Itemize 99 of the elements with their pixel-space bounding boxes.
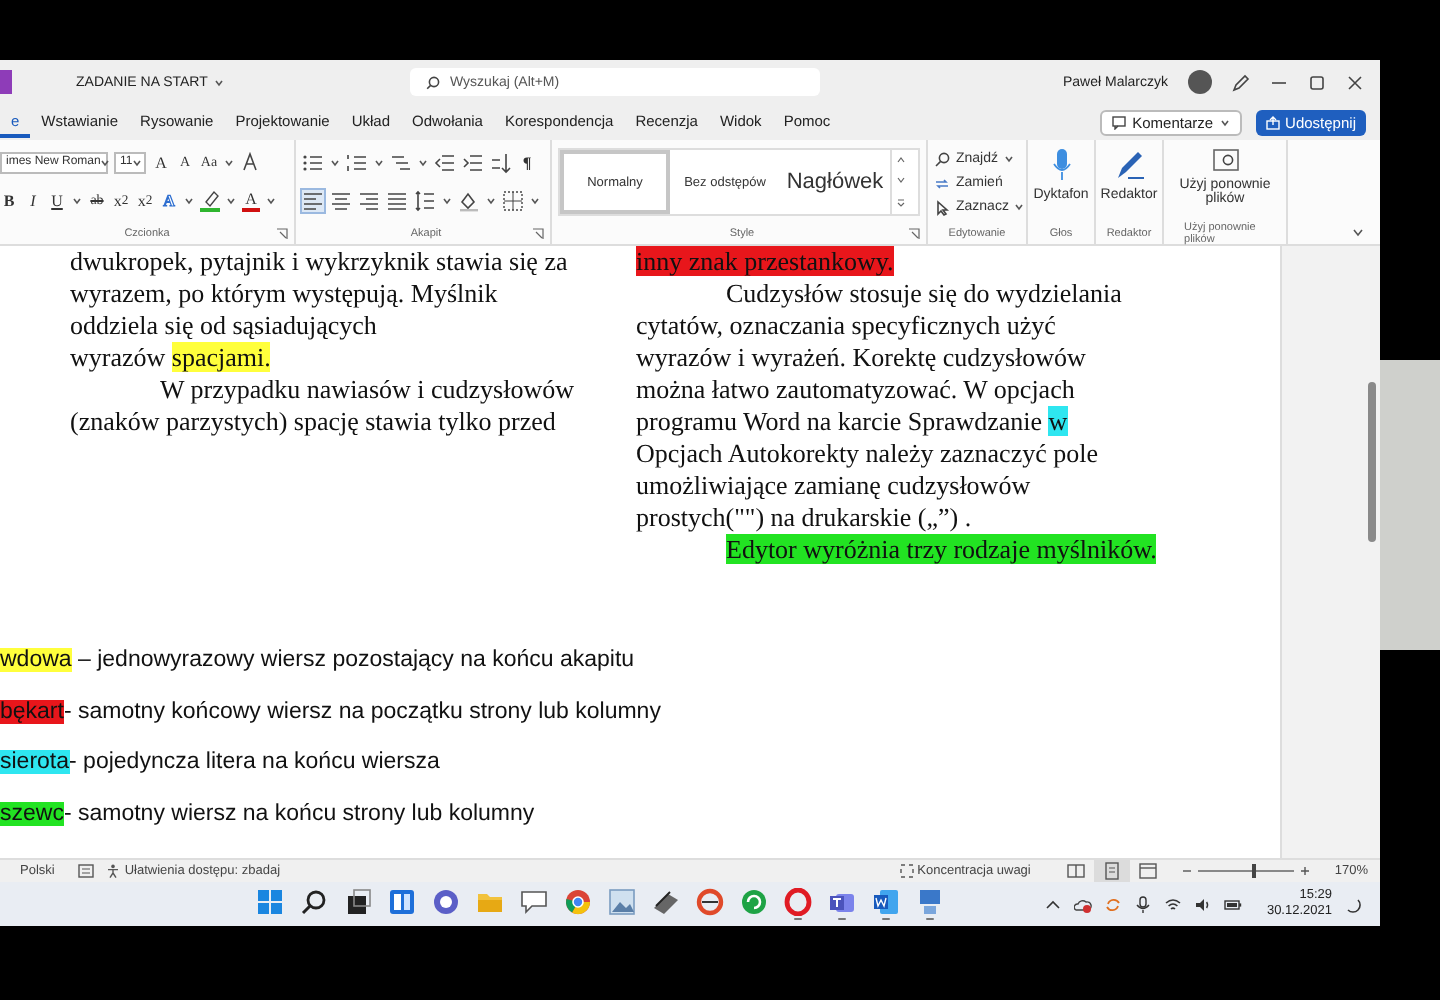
align-justify-icon[interactable] (386, 189, 408, 211)
align-left-icon[interactable] (302, 189, 324, 211)
widgets-icon[interactable] (388, 887, 416, 916)
scroll-down-icon[interactable] (896, 176, 906, 185)
cloud-icon[interactable] (1074, 895, 1093, 913)
caret-icon[interactable] (1014, 202, 1025, 212)
increase-indent-icon[interactable] (462, 151, 484, 173)
clear-formatting-icon[interactable] (240, 152, 260, 172)
definition-line: sierota- pojedyncza litera na końcu wiersza (0, 748, 442, 778)
caret-icon[interactable] (266, 195, 276, 205)
paragraph: Cudzysłów stosuje się do wydzielania cytatów, oznaczania specyficznych użyć wyrazów i wyrażeń. Korektę cudzysłowów można łatwo zautomatyzować. W opcjach programu Word na karcie Sprawdzanie w Opcjach Autokorekty należy zaznaczyć pole umożliwiające zamianę cudzysłowów prostych("") na drukarskie („”) . (636, 278, 1124, 534)
paragraph: dwukropek, pytajnik i wykrzyknik stawia się za wyrazem, po którym występują. Myślnik oddziela się od sąsiadujących wyrazów spacjami. (70, 246, 570, 374)
app-logo-icon (0, 70, 12, 94)
definition-line: bękart- samotny końcowy wiersz na początku strony lub kolumny (0, 697, 663, 727)
grow-font-button[interactable]: A (152, 149, 170, 175)
caret-icon[interactable] (442, 195, 452, 205)
italic-button[interactable]: I (24, 187, 42, 213)
paragraph: W przypadku nawiasów i cudzysłowów (znaków parzystych) spację stawia tylko przed (70, 374, 576, 438)
font-color-button[interactable]: A (242, 188, 260, 212)
picture-icon[interactable] (608, 887, 636, 916)
replace-icon (934, 175, 950, 191)
caret-icon[interactable] (1219, 117, 1230, 127)
caret-icon[interactable] (132, 157, 143, 167)
network-app-icon[interactable] (916, 887, 944, 916)
read-view-icon[interactable] (1066, 862, 1087, 880)
sync-icon[interactable] (1104, 895, 1123, 913)
chevron-up-icon[interactable] (1044, 895, 1063, 913)
scanner-icon[interactable] (652, 887, 680, 916)
caret-icon[interactable] (213, 77, 224, 87)
caret-icon[interactable] (486, 195, 496, 205)
caret-icon[interactable] (418, 157, 428, 167)
caret-icon[interactable] (72, 195, 82, 205)
browser-icon[interactable] (564, 887, 592, 916)
caret-icon[interactable] (530, 195, 540, 205)
search-icon[interactable] (300, 887, 328, 916)
caret-icon[interactable] (226, 195, 236, 205)
dialog-launcher-icon[interactable] (531, 228, 544, 240)
zoom-in-icon[interactable] (1300, 866, 1311, 876)
style-option[interactable]: Nagłówek (780, 150, 890, 214)
caret-icon[interactable] (330, 157, 340, 167)
zoom-slider-thumb[interactable] (1252, 864, 1257, 878)
caret-icon[interactable] (100, 157, 111, 167)
scrollbar-thumb[interactable] (1368, 382, 1376, 542)
caret-icon[interactable] (184, 195, 194, 205)
underline-button[interactable]: U (48, 187, 66, 213)
pen-icon[interactable] (1232, 73, 1250, 91)
microphone-icon (1051, 148, 1071, 182)
search-icon (426, 75, 440, 89)
align-center-icon[interactable] (330, 189, 352, 211)
search-icon (934, 151, 950, 167)
highlighter-icon[interactable] (200, 189, 220, 211)
ring-app-icon[interactable] (696, 887, 724, 916)
web-view-icon[interactable] (1138, 862, 1159, 880)
shading-icon[interactable] (458, 189, 480, 211)
print-view-icon[interactable] (1102, 862, 1123, 880)
more-icon[interactable] (896, 197, 906, 208)
chat-icon[interactable] (432, 887, 460, 916)
maximize-icon[interactable] (1308, 73, 1326, 91)
zoom-out-icon[interactable] (1182, 866, 1193, 876)
avatar-icon[interactable] (1188, 70, 1212, 94)
decrease-indent-icon[interactable] (434, 151, 456, 173)
wifi-icon[interactable] (1164, 895, 1183, 913)
focus-icon[interactable] (899, 864, 914, 878)
paragraph: inny znak przestankowy. (636, 246, 896, 278)
speech-bubble-icon[interactable] (520, 887, 548, 916)
comment-icon (1112, 115, 1127, 129)
dialog-launcher-icon[interactable] (276, 228, 288, 240)
battery-icon[interactable] (1224, 895, 1243, 913)
microphone-icon[interactable] (1134, 895, 1153, 913)
caret-icon[interactable] (374, 157, 384, 167)
sort-icon[interactable] (490, 151, 512, 173)
share-icon (1265, 115, 1280, 129)
definition-line: szewc- samotny wiersz na końcu strony lub kolumny (0, 799, 537, 829)
collapse-ribbon-icon[interactable] (1352, 228, 1364, 238)
circular-arrow-app-icon[interactable] (740, 887, 768, 916)
show-marks-button[interactable]: ¶ (518, 149, 536, 175)
paragraph: Edytor wyróżnia trzy rodzaje myślników. (724, 534, 1157, 566)
bold-button[interactable]: B (0, 187, 18, 213)
word-count-icon[interactable] (78, 864, 95, 878)
windows-icon[interactable] (256, 887, 284, 916)
caret-icon[interactable] (1004, 154, 1015, 164)
pen-icon (1113, 148, 1145, 182)
notification-icon[interactable] (1344, 895, 1362, 913)
caret-icon[interactable] (224, 157, 234, 167)
align-right-icon[interactable] (358, 189, 380, 211)
borders-icon[interactable] (502, 189, 524, 211)
speaker-icon[interactable] (1194, 895, 1213, 913)
document-search-icon (1211, 148, 1239, 172)
line-spacing-icon[interactable] (414, 189, 436, 211)
accessibility-icon[interactable] (106, 864, 121, 878)
task-view-icon[interactable] (344, 887, 372, 916)
multilevel-list-icon[interactable] (390, 151, 412, 173)
close-icon[interactable] (1346, 73, 1364, 91)
cursor-icon (934, 199, 950, 215)
numbering-icon[interactable] (346, 151, 368, 173)
definition-line: wdowa – jednowyrazowy wiersz pozostający na końcu akapitu (0, 646, 637, 676)
dialog-launcher-icon[interactable] (907, 228, 920, 240)
scroll-up-icon[interactable] (896, 156, 906, 165)
bullets-icon[interactable] (302, 151, 324, 173)
